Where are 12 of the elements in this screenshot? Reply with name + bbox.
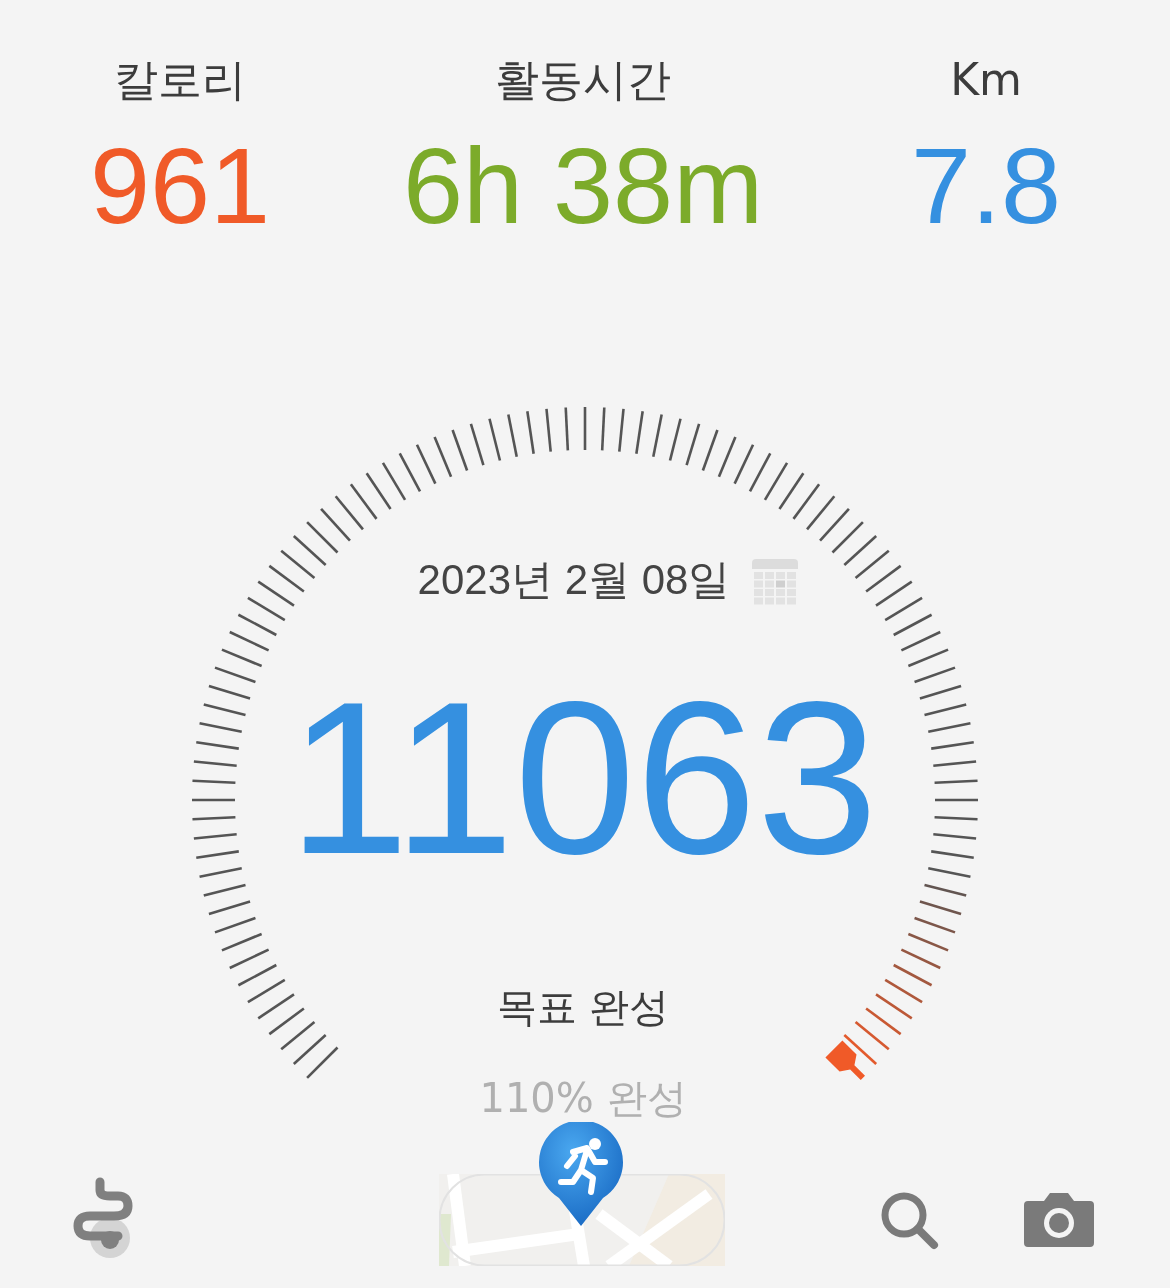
- stat-label: 활동시간: [495, 53, 671, 107]
- progress-marker: [825, 1040, 865, 1080]
- date-label: 2023년 2월 08일: [417, 555, 731, 605]
- stat-label: 칼로리: [114, 53, 246, 107]
- step-count: 11063: [288, 655, 878, 901]
- stat-label: Km: [950, 53, 1022, 107]
- stat-value: 6h 38m: [402, 124, 764, 248]
- progress-percent: 110% 완성: [479, 1074, 687, 1123]
- stat-value: 7.8: [910, 124, 1062, 248]
- camera-icon[interactable]: [1024, 1191, 1094, 1249]
- stat-value: 961: [89, 124, 271, 248]
- goal-status: 목표 완성: [496, 983, 670, 1032]
